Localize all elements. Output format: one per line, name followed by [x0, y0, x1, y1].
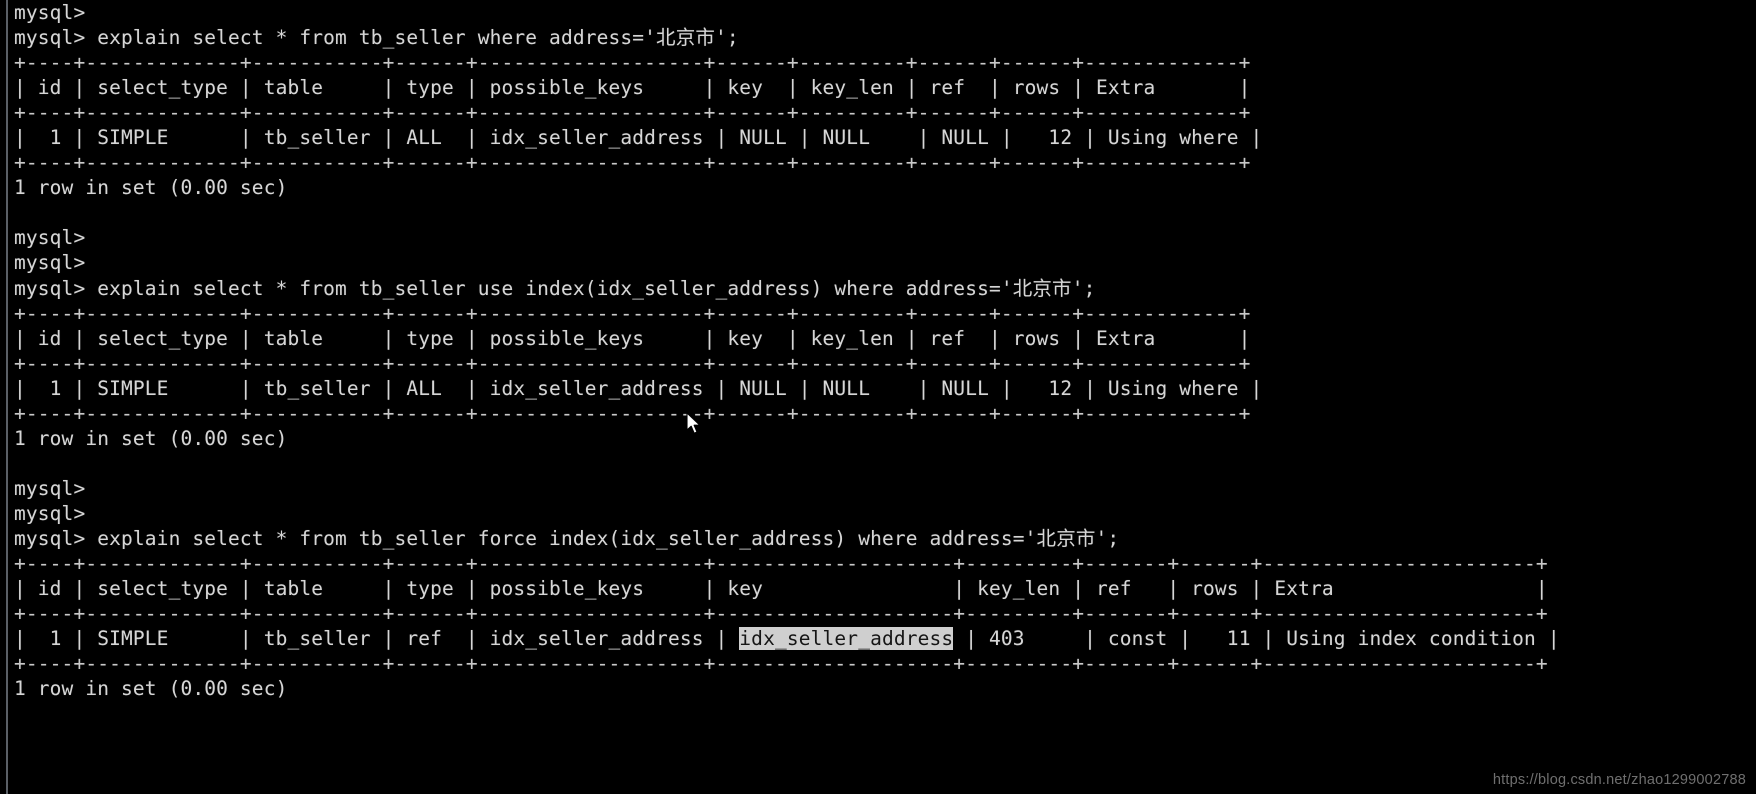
- terminal-line-rule: +----+-------------+-----------+------+-…: [14, 301, 1251, 325]
- terminal-line-table-header: | id | select_type | table | type | poss…: [14, 76, 1251, 100]
- terminal-line: mysql>: [14, 251, 86, 275]
- terminal-line-table-row: | 1 | SIMPLE | tb_seller | ALL | idx_sel…: [14, 126, 1263, 150]
- watermark-text: https://blog.csdn.net/zhao1299002788: [1492, 772, 1746, 788]
- row-suffix: | 403 | const | 11 | Using index conditi…: [953, 627, 1560, 651]
- row-prefix: | 1 | SIMPLE | tb_seller | ref | idx_sel…: [14, 627, 740, 651]
- terminal-line: mysql>: [14, 501, 86, 525]
- terminal-output[interactable]: mysql> mysql> explain select * from tb_s…: [14, 0, 1756, 701]
- terminal-line-rule: +----+-------------+-----------+------+-…: [14, 101, 1251, 125]
- terminal-line-rule: +----+-------------+-----------+------+-…: [14, 401, 1251, 425]
- terminal-line-table-header: | id | select_type | table | type | poss…: [14, 577, 1548, 601]
- terminal-line-rule: +----+-------------+-----------+------+-…: [14, 151, 1251, 175]
- terminal-line-command: mysql> explain select * from tb_seller u…: [14, 276, 1096, 300]
- terminal-line: mysql>: [14, 476, 86, 500]
- terminal-line-command: mysql> explain select * from tb_seller f…: [14, 526, 1120, 550]
- terminal-line-table-row-highlighted: | 1 | SIMPLE | tb_seller | ref | idx_sel…: [14, 626, 1756, 651]
- terminal-window[interactable]: mysql> mysql> explain select * from tb_s…: [0, 0, 1756, 794]
- terminal-line: mysql>: [14, 1, 86, 24]
- terminal-line: mysql>: [14, 226, 86, 250]
- terminal-line-rule: +----+-------------+-----------+------+-…: [14, 552, 1548, 576]
- terminal-line-rule: +----+-------------+-----------+------+-…: [14, 51, 1251, 75]
- terminal-line-rule: +----+-------------+-----------+------+-…: [14, 602, 1548, 626]
- terminal-line-status: 1 row in set (0.00 sec): [14, 426, 288, 450]
- terminal-line-table-header: | id | select_type | table | type | poss…: [14, 326, 1251, 350]
- terminal-line-table-row: | 1 | SIMPLE | tb_seller | ALL | idx_sel…: [14, 376, 1263, 400]
- window-left-edge: [0, 0, 8, 794]
- terminal-line-command: mysql> explain select * from tb_seller w…: [14, 26, 739, 50]
- terminal-line-status: 1 row in set (0.00 sec): [14, 677, 288, 701]
- terminal-line-rule: +----+-------------+-----------+------+-…: [14, 652, 1548, 676]
- terminal-line-status: 1 row in set (0.00 sec): [14, 176, 288, 200]
- terminal-line-rule: +----+-------------+-----------+------+-…: [14, 351, 1251, 375]
- selected-text[interactable]: idx_seller_address: [739, 627, 954, 651]
